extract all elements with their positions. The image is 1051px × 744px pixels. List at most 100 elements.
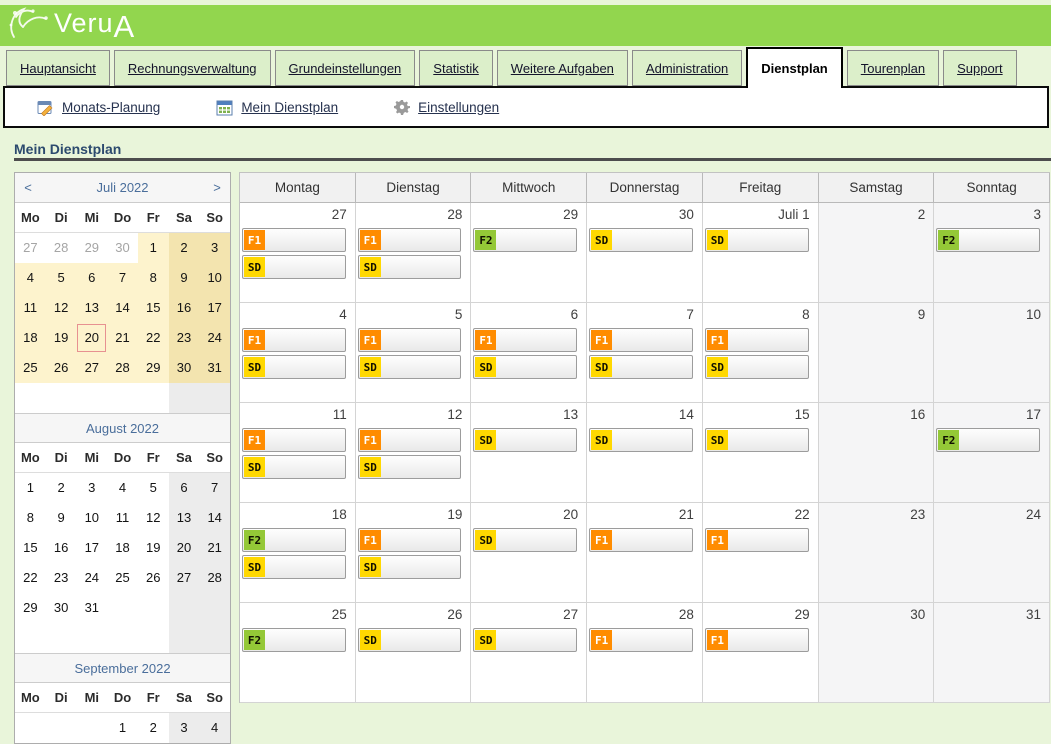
shift-entry[interactable]: SD — [242, 555, 346, 579]
mini-day[interactable]: 24 — [199, 323, 230, 353]
mini-day[interactable]: 8 — [138, 263, 169, 293]
mini-day[interactable]: 6 — [76, 263, 107, 293]
mini-day[interactable]: 18 — [15, 323, 46, 353]
toolbar-item-mein-dienstplan[interactable]: Mein Dienstplan — [216, 99, 338, 116]
mini-day[interactable]: 16 — [46, 533, 77, 563]
mini-day[interactable]: 28 — [46, 233, 77, 263]
tab-grundeinstellungen[interactable]: Grundeinstellungen — [275, 50, 416, 86]
mini-day[interactable]: 22 — [138, 323, 169, 353]
shift-entry[interactable]: SD — [358, 455, 462, 479]
shift-entry[interactable]: F1 — [358, 228, 462, 252]
mini-day[interactable]: 26 — [46, 353, 77, 383]
tab-rechnungsverwaltung[interactable]: Rechnungsverwaltung — [114, 50, 271, 86]
day-cell[interactable]: 27F1SD — [240, 203, 356, 303]
day-cell[interactable]: 11F1SD — [240, 403, 356, 503]
shift-entry[interactable]: SD — [242, 255, 346, 279]
mini-day[interactable]: 27 — [76, 353, 107, 383]
mini-day[interactable]: 1 — [15, 473, 46, 503]
mini-day[interactable]: 11 — [107, 503, 138, 533]
shift-entry[interactable]: SD — [242, 355, 346, 379]
day-cell[interactable]: 13SD — [471, 403, 587, 503]
mini-day[interactable]: 7 — [199, 473, 230, 503]
mini-day[interactable]: 2 — [169, 233, 200, 263]
day-cell[interactable]: 31 — [934, 603, 1050, 703]
mini-day[interactable]: 25 — [15, 353, 46, 383]
shift-entry[interactable]: F1 — [358, 428, 462, 452]
shift-entry[interactable]: F1 — [589, 328, 693, 352]
mini-day[interactable]: 23 — [46, 563, 77, 593]
shift-entry[interactable]: F1 — [473, 328, 577, 352]
day-cell[interactable]: 12F1SD — [356, 403, 472, 503]
mini-day[interactable]: 15 — [15, 533, 46, 563]
day-cell[interactable]: 2 — [819, 203, 935, 303]
mini-day[interactable]: 14 — [107, 293, 138, 323]
shift-entry[interactable]: SD — [473, 355, 577, 379]
tab-support[interactable]: Support — [943, 50, 1017, 86]
mini-day[interactable]: 13 — [76, 293, 107, 323]
day-cell[interactable]: 22F1 — [703, 503, 819, 603]
day-cell[interactable]: 17F2 — [934, 403, 1050, 503]
mini-day[interactable]: 28 — [199, 563, 230, 593]
mini-day[interactable]: 3 — [76, 473, 107, 503]
mini-day[interactable]: 24 — [76, 563, 107, 593]
shift-entry[interactable]: SD — [589, 428, 693, 452]
mini-day[interactable]: 10 — [76, 503, 107, 533]
mini-day[interactable]: 21 — [199, 533, 230, 563]
shift-entry[interactable]: F1 — [705, 328, 809, 352]
mini-day[interactable]: 13 — [169, 503, 200, 533]
shift-entry[interactable]: SD — [358, 628, 462, 652]
mini-day[interactable]: 4 — [107, 473, 138, 503]
mini-day[interactable]: 31 — [199, 353, 230, 383]
day-cell[interactable]: 6F1SD — [471, 303, 587, 403]
mini-day[interactable]: 17 — [76, 533, 107, 563]
shift-entry[interactable]: SD — [242, 455, 346, 479]
day-cell[interactable]: 23 — [819, 503, 935, 603]
mini-day[interactable]: 28 — [107, 353, 138, 383]
tab-dienstplan[interactable]: Dienstplan — [746, 47, 842, 88]
shift-entry[interactable]: SD — [473, 428, 577, 452]
day-cell[interactable]: 7F1SD — [587, 303, 703, 403]
day-cell[interactable]: 25F2 — [240, 603, 356, 703]
shift-entry[interactable]: SD — [705, 355, 809, 379]
mini-day[interactable]: 22 — [15, 563, 46, 593]
day-cell[interactable]: 27SD — [471, 603, 587, 703]
shift-entry[interactable]: F1 — [242, 328, 346, 352]
day-cell[interactable]: 28F1SD — [356, 203, 472, 303]
day-cell[interactable]: 28F1 — [587, 603, 703, 703]
mini-day[interactable]: 12 — [138, 503, 169, 533]
mini-day[interactable]: 20 — [76, 323, 107, 353]
mini-day[interactable]: 25 — [107, 563, 138, 593]
tab-weitere-aufgaben[interactable]: Weitere Aufgaben — [497, 50, 628, 86]
day-cell[interactable]: 29F1 — [703, 603, 819, 703]
mini-day[interactable]: 4 — [199, 713, 230, 743]
mini-day[interactable]: 9 — [46, 503, 77, 533]
shift-entry[interactable]: F1 — [705, 528, 809, 552]
tab-statistik[interactable]: Statistik — [419, 50, 493, 86]
mini-day[interactable]: 15 — [138, 293, 169, 323]
mini-day[interactable]: 29 — [76, 233, 107, 263]
shift-entry[interactable]: SD — [589, 355, 693, 379]
day-cell[interactable]: 15SD — [703, 403, 819, 503]
mini-day[interactable]: 29 — [138, 353, 169, 383]
day-cell[interactable]: 4F1SD — [240, 303, 356, 403]
mini-day[interactable]: 2 — [46, 473, 77, 503]
day-cell[interactable]: 21F1 — [587, 503, 703, 603]
mini-day[interactable]: 2 — [138, 713, 169, 743]
shift-entry[interactable]: F1 — [358, 528, 462, 552]
shift-entry[interactable]: F2 — [242, 528, 346, 552]
day-cell[interactable]: 14SD — [587, 403, 703, 503]
mini-day[interactable]: 11 — [15, 293, 46, 323]
day-cell[interactable]: 30 — [819, 603, 935, 703]
shift-entry[interactable]: SD — [473, 528, 577, 552]
mini-day[interactable]: 5 — [46, 263, 77, 293]
shift-entry[interactable]: F1 — [242, 428, 346, 452]
day-cell[interactable]: 29F2 — [471, 203, 587, 303]
mini-day[interactable]: 12 — [46, 293, 77, 323]
shift-entry[interactable]: F1 — [705, 628, 809, 652]
mini-day[interactable]: 19 — [46, 323, 77, 353]
mini-day[interactable]: 7 — [107, 263, 138, 293]
mini-day[interactable]: 4 — [15, 263, 46, 293]
day-cell[interactable]: 16 — [819, 403, 935, 503]
mini-day[interactable]: 3 — [169, 713, 200, 743]
shift-entry[interactable]: F1 — [589, 528, 693, 552]
